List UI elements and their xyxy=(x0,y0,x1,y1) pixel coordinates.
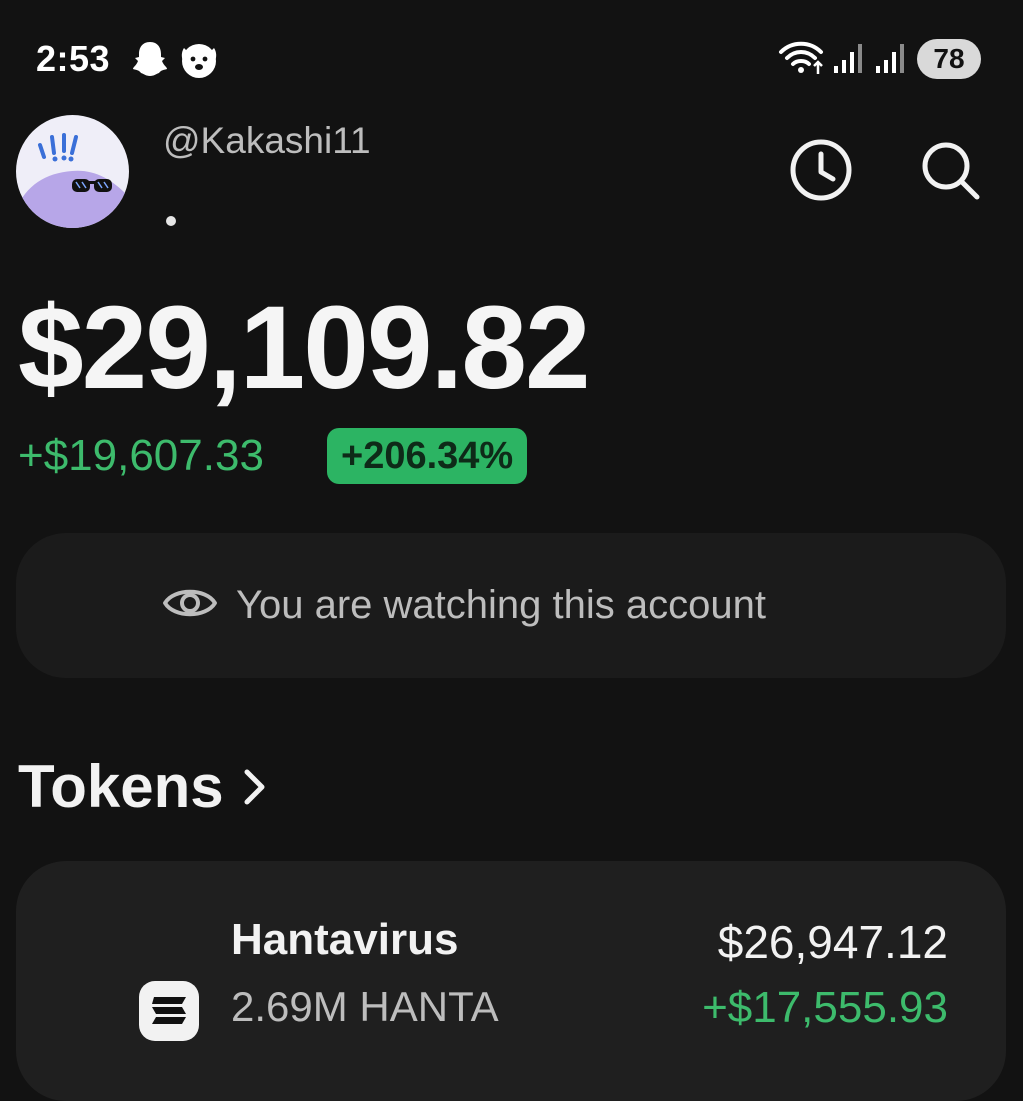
battery-indicator: 78 xyxy=(917,39,981,79)
token-name: Hantavirus xyxy=(231,915,459,964)
status-time: 2:53 xyxy=(36,38,111,79)
status-dot xyxy=(166,216,176,226)
watching-account-banner: You are watching this account xyxy=(16,533,1006,678)
status-bar: 2:53 78 xyxy=(0,0,1023,120)
chevron-right-icon xyxy=(242,767,268,812)
history-button[interactable] xyxy=(785,136,857,208)
portfolio-change-amount: +$19,607.33 xyxy=(18,431,264,480)
signal-icon xyxy=(874,42,908,79)
watching-account-text: You are watching this account xyxy=(236,583,766,627)
signal-icon xyxy=(832,42,866,79)
token-amount: 2.69M HANTA xyxy=(231,983,499,1030)
token-change: +$17,555.93 xyxy=(702,983,948,1032)
username: @Kakashi11 xyxy=(163,120,371,161)
wifi-icon xyxy=(778,40,828,81)
snapchat-icon xyxy=(132,40,168,83)
portfolio-change-percent-badge: +206.34% xyxy=(327,428,528,484)
portfolio-balance: $29,109.82 xyxy=(18,282,591,414)
clock-icon xyxy=(788,137,854,208)
search-button[interactable] xyxy=(914,136,986,208)
search-icon xyxy=(917,137,983,208)
tokens-title: Tokens xyxy=(18,753,224,820)
token-logo-icon xyxy=(139,981,199,1041)
eye-icon xyxy=(162,583,218,628)
token-row[interactable]: Hantavirus 2.69M HANTA $26,947.12 +$17,5… xyxy=(16,861,1006,1101)
tokens-section-link[interactable]: Tokens xyxy=(18,752,268,821)
dog-icon xyxy=(178,40,220,85)
avatar[interactable] xyxy=(16,115,129,228)
token-value: $26,947.12 xyxy=(717,916,948,968)
watching-account-content: You are watching this account xyxy=(162,533,766,678)
